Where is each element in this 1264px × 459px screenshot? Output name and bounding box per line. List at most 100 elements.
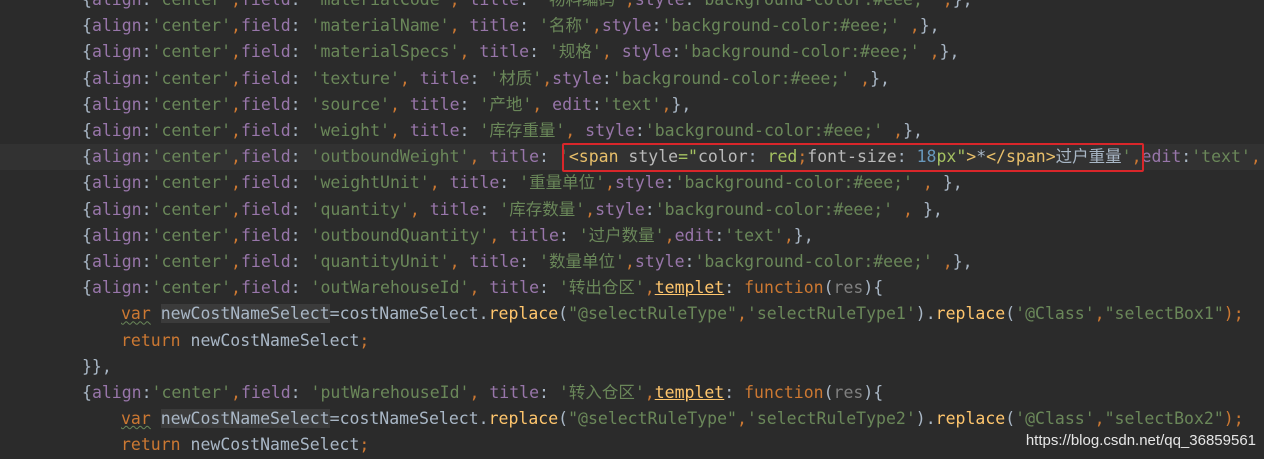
code-line[interactable]: {align:'center',field: 'putWarehouseId',… [0,380,1264,406]
code-token: 'source' [310,94,390,114]
code-text: {align:'center',field: 'outboundQuantity… [82,223,814,249]
code-line[interactable]: var newCostNameSelect=costNameSelect.rep… [0,301,1264,327]
code-token: , [231,42,241,62]
code-token: =costNameSelect. [329,409,489,429]
code-line[interactable]: {align:'center',field: 'texture', title:… [0,66,1264,92]
code-token: field [240,121,291,140]
code-token: { [82,94,92,114]
code-token: '数量单位' [539,252,625,271]
code-token: title [409,121,460,140]
code-token: : [290,94,311,114]
code-line[interactable]: }}, [0,354,1264,380]
code-token: title [489,147,540,167]
code-token: 'center' [151,278,232,298]
code-token: , [591,16,602,36]
code-token: 'center' [151,252,232,271]
code-token: , [933,0,953,9]
code-token: align [91,383,142,402]
code-token: : [141,173,152,193]
code-editor[interactable]: {align:'center',field: 'materialCode', t… [0,0,1264,459]
code-line[interactable]: var newCostNameSelect=costNameSelect.rep… [0,406,1264,432]
code-text: {align:'center',field: 'materialName', t… [82,13,940,39]
code-token: : [290,16,311,36]
code-token: ( [558,304,569,324]
code-token: , [231,199,241,219]
code-line[interactable]: {align:'center',field: 'materialName', t… [0,13,1264,39]
code-token: , [893,199,923,219]
code-line[interactable]: {align:'center',field: 'quantityUnit', t… [0,249,1264,275]
code-token: , [913,173,943,193]
code-token: : [290,42,311,62]
code-line[interactable]: {align:'center',field: 'outWarehouseId',… [0,275,1264,301]
code-token: : [141,68,152,88]
code-token: '库存数量' [499,199,586,219]
code-token: }, [953,0,973,9]
code-line[interactable]: {align:'center',field: 'weight', title: … [0,118,1264,144]
code-token: ( [823,383,834,402]
code-token: 'weightUnit' [310,173,430,193]
code-line[interactable]: {align:'center',field: 'quantity', title… [0,197,1264,223]
code-token: 'selectRuleType1' [746,304,916,324]
code-token: style [621,42,672,62]
code-token: , [644,278,655,298]
code-line[interactable]: {align:'center',field: 'weightUnit', tit… [0,170,1264,196]
code-token: { [82,199,92,219]
code-token: 'background-color:#eee;' [654,199,894,219]
code-token: align [92,0,142,9]
code-token: templet [654,278,725,298]
code-token: newCostNameSelect [160,304,330,324]
code-token: : [519,16,540,36]
code-token: field [240,199,291,219]
code-token: align [91,121,142,140]
code-token: }, [939,42,960,62]
code-token: : [714,225,725,245]
code-token: , [605,173,615,193]
code-token: : [539,383,559,402]
code-token: res [833,383,864,402]
code-token: 'materialCode' [311,0,450,9]
code-token: ); [1223,304,1244,324]
code-token: , [783,225,794,245]
code-token: align [91,278,142,298]
code-text: {align:'center',field: 'source', title: … [82,92,691,118]
code-token: , [736,304,747,324]
code-token: field [240,173,291,193]
code-token: 'text' [1191,147,1251,167]
code-token: align [91,42,142,62]
code-token: , [932,252,953,271]
code-token: var [121,304,151,324]
code-token: : [651,16,662,36]
code-line[interactable]: {align:'center',field: 'materialCode', t… [0,0,1264,13]
code-line[interactable]: return newCostNameSelect; [0,328,1264,354]
code-token: 'background-color:#eee;' [661,16,900,36]
code-token: align [91,147,142,167]
code-token: style [585,121,635,140]
code-token: 'quantityUnit' [310,252,450,271]
code-token: "@selectRuleType" [568,409,737,429]
code-token: 'quantity' [310,199,410,219]
code-token: : [141,278,152,298]
code-text: return newCostNameSelect; [121,432,369,458]
code-text: }}, [82,354,112,380]
code-line[interactable]: {align:'center',field: 'outboundQuantity… [0,223,1264,249]
code-token: , [450,0,470,9]
code-token: , [532,94,553,114]
code-token: { [82,147,92,167]
code-token: }, [793,225,814,245]
code-token: : [290,173,311,193]
code-token: align [91,94,142,114]
code-token: : [290,383,311,402]
code-token: : [141,199,152,219]
code-token: edit [1141,147,1182,167]
code-token: style [595,199,645,219]
code-token: "selectBox2" [1104,409,1224,429]
code-line[interactable]: {align:'center',field: 'source', title: … [0,92,1264,118]
code-token: : [141,383,152,402]
code-token: ( [1005,409,1016,429]
code-text: {align:'center',field: 'weight', title: … [82,118,923,144]
code-token: }, [952,252,973,271]
code-token: , [231,383,241,402]
code-token: '产地' [479,94,533,114]
code-line[interactable]: {align:'center',field: 'materialSpecs', … [0,39,1264,65]
code-token: , [231,173,241,193]
